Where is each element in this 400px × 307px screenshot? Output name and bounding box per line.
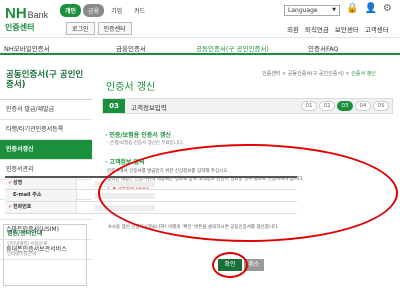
phone-field[interactable]	[95, 205, 155, 211]
form-label-text: 전화번호	[13, 204, 32, 210]
nav-cert-faq[interactable]: 인증서FAQ	[308, 43, 339, 53]
tab-card[interactable]: 카드	[129, 4, 150, 17]
form-label-text: 성명	[13, 180, 23, 186]
login-button[interactable]: 로그인	[66, 22, 95, 35]
language-select[interactable]: Language ▼	[284, 5, 340, 16]
nav-financial-cert[interactable]: 금융인증서	[116, 43, 146, 53]
tab-finance[interactable]: 금융	[83, 4, 105, 17]
top-icons: 🔒 👤 ⚙	[346, 3, 392, 14]
section-renew-desc: - 은행/보험용 인증서 갱신은 무료입니다.	[107, 141, 184, 146]
form-row-phone: ✓ 전화번호	[5, 202, 297, 214]
cert-center-title: 인증센터	[5, 23, 35, 32]
form-label: E-mail 주소	[5, 190, 77, 201]
required-mark: ✓	[8, 180, 13, 186]
current-step-number: 03	[103, 99, 125, 113]
form-row-email: E-mail 주소	[5, 190, 297, 202]
breadcrumb-item[interactable]: 인증센터	[262, 71, 280, 77]
cancel-button[interactable]: 취소	[244, 259, 264, 271]
step-number: 04	[355, 101, 371, 111]
step-indicator: 03 고객정보입력 01 02 03 04 05	[102, 98, 393, 114]
form-row-name: ✓ 성명	[5, 178, 297, 190]
form-label: ✓ 전화번호	[5, 202, 77, 213]
tab-personal[interactable]: 개인	[60, 4, 82, 17]
breadcrumb-current: 인증서 갱신	[351, 71, 376, 77]
step-number-active: 03	[337, 101, 353, 111]
name-value	[95, 181, 155, 187]
sidebar-info-box: 병원/센터안내 인터넷뱅킹/ 이용등록 인터넷이용안내	[3, 224, 87, 286]
cert-center-button[interactable]: 인증센터	[97, 22, 132, 35]
sidebar-item-renew[interactable]: 인증서갱신	[0, 140, 92, 160]
chevron-down-icon: ▼	[332, 7, 336, 13]
person-icon[interactable]: 👤	[364, 3, 376, 14]
sidebar-box-line[interactable]: 인터넷이용안내	[7, 251, 83, 257]
group-tabs: 개인 금융 기업 카드	[60, 4, 150, 17]
breadcrumb: 인증센터 > 공동인증서(구 공인인증서) > 인증서 갱신	[262, 71, 376, 77]
step-number: 01	[301, 101, 317, 111]
nav-joint-cert[interactable]: 공동인증서(구 공인인증서)	[196, 43, 269, 53]
language-label: Language	[288, 7, 318, 14]
tab-business[interactable]: 기업	[106, 4, 127, 17]
sidebar-box-title: 병원/센터안내	[7, 230, 43, 237]
breadcrumb-item[interactable]: 공동인증서(구 공인인증서)	[288, 71, 344, 77]
current-step-name: 고객정보입력	[131, 104, 167, 112]
form-label-text: E-mail 주소	[13, 192, 42, 198]
lock-icon[interactable]: 🔒	[346, 3, 358, 14]
info-note: 인증서에서 인증서를 발급받기 위한 신상정보를 입력해 주십시오.	[107, 169, 229, 174]
required-mark: ✓	[8, 204, 13, 210]
confirm-button[interactable]: 확인	[218, 259, 242, 271]
customer-info-form: ✓ 성명 E-mail 주소 ✓ 전화번호	[5, 176, 297, 214]
global-nav: NH모바일인증서 금융인증서 공동인증서(구 공인인증서) 인증서FAQ	[0, 39, 400, 55]
link-customer-center[interactable]: 고객센터	[365, 24, 389, 34]
step-number: 02	[319, 101, 335, 111]
link-foreign-exchange[interactable]: 외환	[287, 24, 299, 34]
link-security-center[interactable]: 보안센터	[335, 24, 359, 34]
sidebar-title: 공동인증서(구 공인인증서)	[0, 66, 92, 100]
top-buttons: 로그인 인증센터	[66, 22, 132, 35]
logo-sub: Bank	[27, 10, 49, 20]
sidebar-item-register-other[interactable]: 타행/타기관인증서등록	[0, 120, 92, 140]
link-pension[interactable]: 퇴직연금	[305, 24, 329, 34]
section-renew-heading: · 인증/보험용 인증서 갱신	[105, 132, 171, 139]
form-confirm-note: ※사용 갱신 신청하시겠습니까? 아래의 '확인' 버튼을 클릭하시면 공동인증…	[108, 225, 279, 230]
form-label: ✓ 성명	[5, 178, 77, 189]
sidebar-box-line[interactable]: 인터넷뱅킹/ 이용등록	[7, 241, 83, 247]
nav-nh-mobile-cert[interactable]: NH모바일인증서	[4, 43, 50, 53]
section-customer-info-heading: · 고객정보 입력	[105, 159, 145, 166]
sidebar-item-issue[interactable]: 인증서 발급/재발급	[0, 100, 92, 120]
nh-bank-logo[interactable]: NHBank	[5, 3, 48, 22]
email-field[interactable]	[95, 193, 155, 199]
page-title: 인증서 갱신	[106, 82, 156, 93]
top-header: NHBank 개인 금융 기업 카드 인증센터 로그인 인증센터 Languag…	[0, 0, 400, 38]
gear-icon[interactable]: ⚙	[383, 3, 392, 14]
logo-main: NH	[5, 5, 27, 22]
step-number: 05	[373, 101, 389, 111]
top-links: 외환 퇴직연금 보안센터 고객센터	[287, 24, 389, 34]
